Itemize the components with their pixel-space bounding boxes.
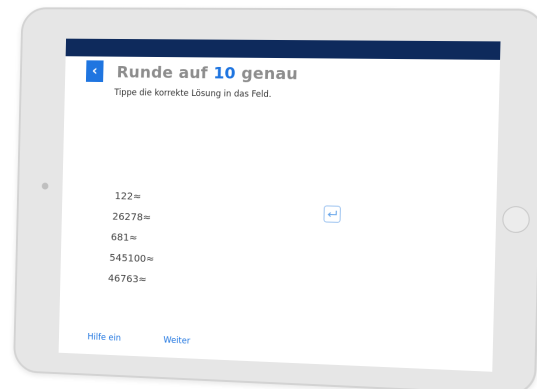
- app-screen: ‹ Runde auf 10 genau Tippe die korrekte …: [58, 38, 501, 372]
- title-prefix: Runde auf: [116, 62, 214, 82]
- instruction-text: Tippe die korrekte Lösung in das Feld.: [114, 88, 272, 100]
- title-number: 10: [213, 62, 236, 83]
- back-button[interactable]: ‹: [85, 60, 104, 83]
- problem-item: 122≈: [114, 191, 142, 203]
- next-link[interactable]: Weiter: [163, 336, 190, 347]
- footer-links: Hilfe ein Weiter: [87, 332, 190, 346]
- home-button[interactable]: [502, 205, 531, 234]
- stage: ‹ Runde auf 10 genau Tippe die korrekte …: [0, 0, 537, 389]
- problem-item: 681≈: [110, 232, 138, 244]
- header: ‹ Runde auf 10 genau: [65, 56, 500, 86]
- problem-item: 26278≈: [112, 211, 152, 224]
- title-suffix: genau: [235, 63, 299, 83]
- chevron-left-icon: ‹: [91, 63, 98, 80]
- tablet-frame: ‹ Runde auf 10 genau Tippe die korrekte …: [12, 7, 537, 389]
- camera-dot: [41, 182, 49, 190]
- enter-return-glyph: [327, 209, 338, 218]
- hint-toggle-link[interactable]: Hilfe ein: [87, 332, 121, 343]
- page-title: Runde auf 10 genau: [117, 62, 299, 83]
- problem-item: 46763≈: [107, 273, 147, 286]
- problem-list: 122≈ 26278≈ 681≈ 545100≈ 46763≈: [108, 186, 156, 291]
- enter-return-icon[interactable]: [323, 205, 341, 223]
- problem-item: 545100≈: [109, 252, 155, 266]
